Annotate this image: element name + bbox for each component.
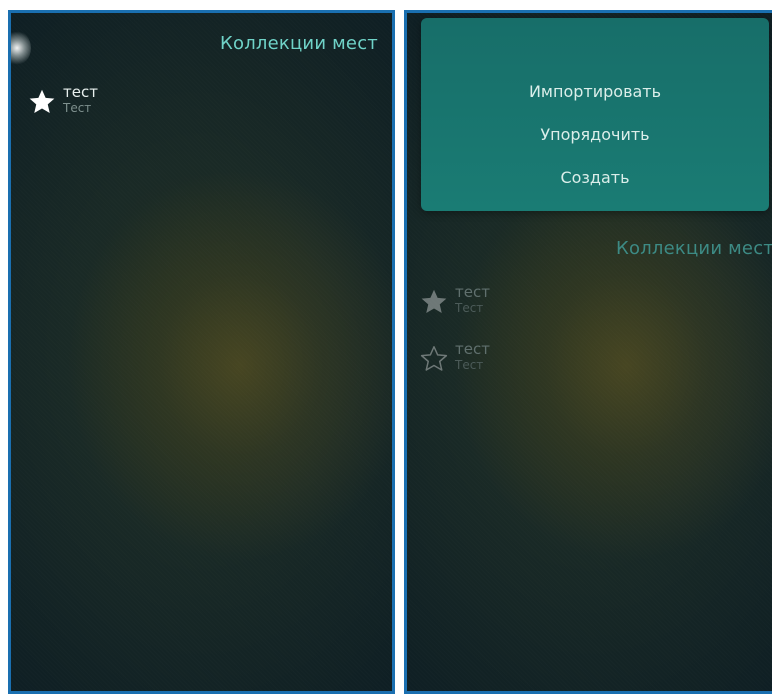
- star-filled-icon: [421, 289, 447, 313]
- collection-name: тест: [455, 340, 490, 358]
- menu-item-import[interactable]: Импортировать: [421, 82, 769, 101]
- collection-subtitle: Тест: [455, 301, 484, 315]
- options-menu: Импортировать Упорядочить Создать: [421, 18, 769, 211]
- menu-item-create[interactable]: Создать: [421, 168, 769, 187]
- collection-subtitle: Тест: [455, 358, 484, 372]
- collection-name: тест: [455, 283, 490, 301]
- list-item[interactable]: тест Тест: [419, 342, 490, 374]
- collections-screen: Коллекции мест тест Тест: [8, 10, 395, 694]
- menu-item-sort[interactable]: Упорядочить: [421, 125, 769, 144]
- collections-screen-with-menu: Импортировать Упорядочить Создать Коллек…: [404, 10, 772, 694]
- collection-list: тест Тест: [11, 13, 392, 691]
- star-filled-icon: [29, 89, 55, 113]
- collection-subtitle: Тест: [63, 101, 92, 115]
- list-item[interactable]: тест Тест: [419, 285, 490, 317]
- collection-name: тест: [63, 83, 98, 101]
- star-outline-icon: [420, 346, 448, 371]
- list-item[interactable]: тест Тест: [27, 85, 98, 117]
